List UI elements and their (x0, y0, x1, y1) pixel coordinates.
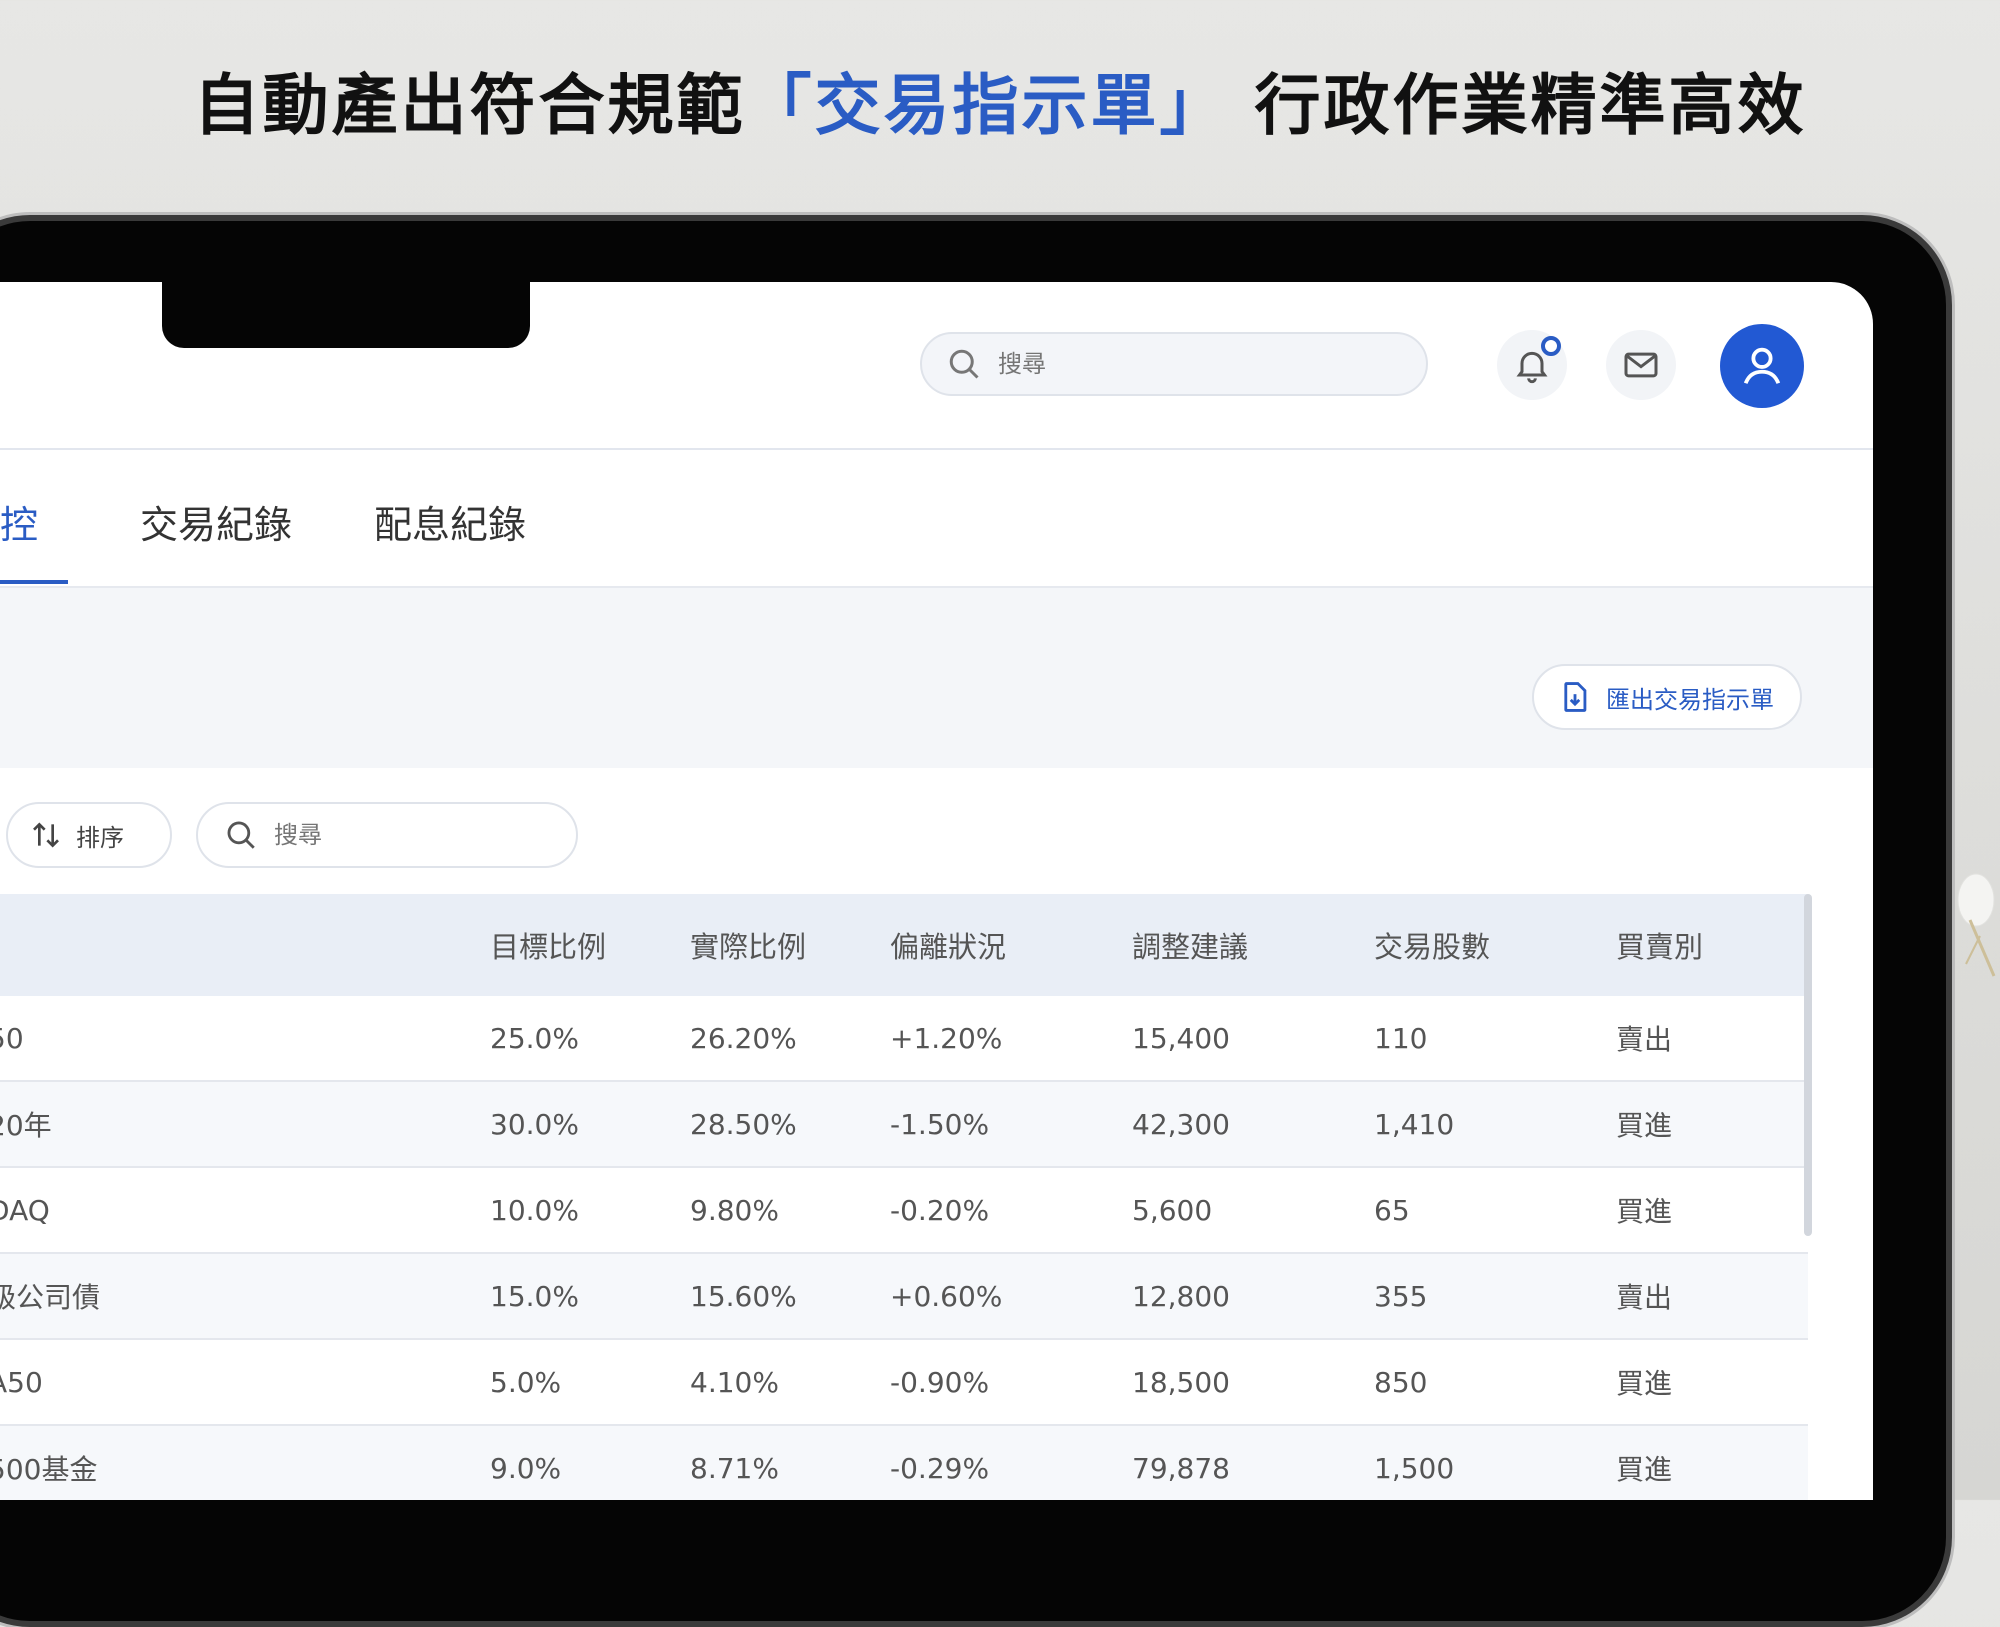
cell-side: 買進 (1616, 1195, 1673, 1228)
cell-adjustment: 42,300 (1132, 1107, 1230, 1141)
table-row[interactable]: A50 5.0% 4.10% -0.90% 18,500 850 買進 (0, 1340, 1808, 1426)
cell-side: 賣出 (1616, 1281, 1673, 1314)
cell-actual-ratio: 15.60% (690, 1279, 797, 1313)
header-side[interactable]: 買賣別 (1616, 894, 1703, 996)
cell-name: 50 (0, 1021, 24, 1055)
cell-deviation: -0.90% (890, 1365, 990, 1399)
global-search-input[interactable] (996, 349, 1380, 379)
cell-deviation: +0.60% (890, 1279, 1003, 1313)
cell-deviation: -0.20% (890, 1193, 990, 1227)
mail-icon (1624, 352, 1658, 378)
headline-accent: 「交易指示單」 (745, 66, 1229, 144)
tab-trade-records[interactable]: 交易紀錄 (140, 494, 292, 549)
tab-dividend-records[interactable]: 配息紀錄 (374, 494, 526, 549)
cell-shares: 1,410 (1374, 1107, 1455, 1141)
cell-side: 買進 (1616, 1367, 1673, 1400)
cell-shares: 65 (1374, 1193, 1410, 1227)
cell-target-ratio: 15.0% (490, 1279, 579, 1313)
cell-shares: 850 (1374, 1365, 1428, 1399)
table-row[interactable]: DAQ 10.0% 9.80% -0.20% 5,600 65 買進 (0, 1168, 1808, 1254)
table-row[interactable]: 50 25.0% 26.20% +1.20% 15,400 110 賣出 (0, 996, 1808, 1082)
cell-deviation: -0.29% (890, 1451, 990, 1485)
rebalance-table: 目標比例 實際比例 偏離狀況 調整建議 交易股數 買賣別 50 25.0% 26… (0, 894, 1808, 1500)
headline-post: 行政作業精準高效 (1228, 66, 1807, 144)
cell-name: A50 (0, 1365, 43, 1399)
decoration-flower (1957, 873, 1996, 977)
cell-side: 賣出 (1616, 1023, 1673, 1056)
notification-dot (1541, 336, 1561, 356)
cell-target-ratio: 9.0% (490, 1451, 562, 1485)
cell-name: 級公司債 (0, 1281, 101, 1314)
table-row[interactable]: 500基金 9.0% 8.71% -0.29% 79,878 1,500 買進 (0, 1426, 1808, 1500)
headline: 自動產出符合規範「交易指示單」 行政作業精準高效 (0, 52, 2000, 148)
cell-adjustment: 15,400 (1132, 1021, 1230, 1055)
cell-actual-ratio: 8.71% (690, 1451, 779, 1485)
user-avatar[interactable] (1720, 324, 1804, 408)
cell-target-ratio: 10.0% (490, 1193, 579, 1227)
cell-deviation: +1.20% (890, 1021, 1003, 1055)
cell-adjustment: 79,878 (1132, 1451, 1230, 1485)
messages-button[interactable] (1606, 330, 1676, 400)
cell-side: 買進 (1616, 1453, 1673, 1486)
table-row[interactable]: 級公司債 15.0% 15.60% +0.60% 12,800 355 賣出 (0, 1254, 1808, 1340)
sort-icon (33, 822, 59, 848)
header-shares[interactable]: 交易股數 (1374, 894, 1490, 996)
active-tab-indicator (0, 580, 68, 584)
headline-pre: 自動產出符合規範 (193, 66, 746, 144)
cell-target-ratio: 30.0% (490, 1107, 579, 1141)
table-row[interactable]: 20年 30.0% 28.50% -1.50% 42,300 1,410 買進 (0, 1082, 1808, 1168)
header-target-ratio[interactable]: 目標比例 (490, 894, 606, 996)
table-search[interactable] (196, 802, 578, 868)
export-label: 匯出交易指示單 (1606, 685, 1774, 714)
cell-actual-ratio: 4.10% (690, 1365, 779, 1399)
search-icon (227, 821, 255, 849)
cell-target-ratio: 25.0% (490, 1021, 579, 1055)
table-header: 目標比例 實際比例 偏離狀況 調整建議 交易股數 買賣別 (0, 894, 1808, 996)
cell-actual-ratio: 9.80% (690, 1193, 779, 1227)
search-icon (949, 349, 979, 379)
header-adjustment[interactable]: 調整建議 (1132, 894, 1248, 996)
table-search-input[interactable] (272, 820, 556, 850)
notifications-button[interactable] (1497, 330, 1567, 400)
cell-side: 買進 (1616, 1109, 1673, 1142)
file-download-icon (1564, 682, 1587, 712)
cell-adjustment: 5,600 (1132, 1193, 1213, 1227)
cell-deviation: -1.50% (890, 1107, 990, 1141)
cell-shares: 110 (1374, 1021, 1428, 1055)
export-trade-order-button[interactable]: 匯出交易指示單 (1532, 664, 1802, 730)
camera-notch (162, 272, 530, 348)
table-scrollbar[interactable] (1804, 894, 1812, 1236)
header-deviation[interactable]: 偏離狀況 (890, 894, 1006, 996)
cell-name: 20年 (0, 1109, 52, 1142)
header-actual-ratio[interactable]: 實際比例 (690, 894, 806, 996)
tab-monitor[interactable]: 監控 (0, 494, 38, 549)
cell-shares: 1,500 (1374, 1451, 1455, 1485)
cell-shares: 355 (1374, 1279, 1428, 1313)
app-screen: 監控 交易紀錄 配息紀錄 匯出交易指示單 排序 目標比例 實際比例 偏離狀況 調… (0, 282, 1873, 1500)
cell-target-ratio: 5.0% (490, 1365, 562, 1399)
cell-adjustment: 18,500 (1132, 1365, 1230, 1399)
user-icon (1743, 347, 1781, 385)
table-toolbar: 排序 (0, 768, 1873, 886)
cell-actual-ratio: 26.20% (690, 1021, 797, 1055)
cell-name: DAQ (0, 1193, 50, 1227)
tab-bar: 監控 交易紀錄 配息紀錄 (0, 450, 1873, 588)
sort-label: 排序 (76, 823, 124, 852)
cell-name: 500基金 (0, 1453, 98, 1486)
sort-button[interactable]: 排序 (6, 802, 172, 868)
global-search[interactable] (920, 332, 1428, 396)
cell-actual-ratio: 28.50% (690, 1107, 797, 1141)
cell-adjustment: 12,800 (1132, 1279, 1230, 1313)
